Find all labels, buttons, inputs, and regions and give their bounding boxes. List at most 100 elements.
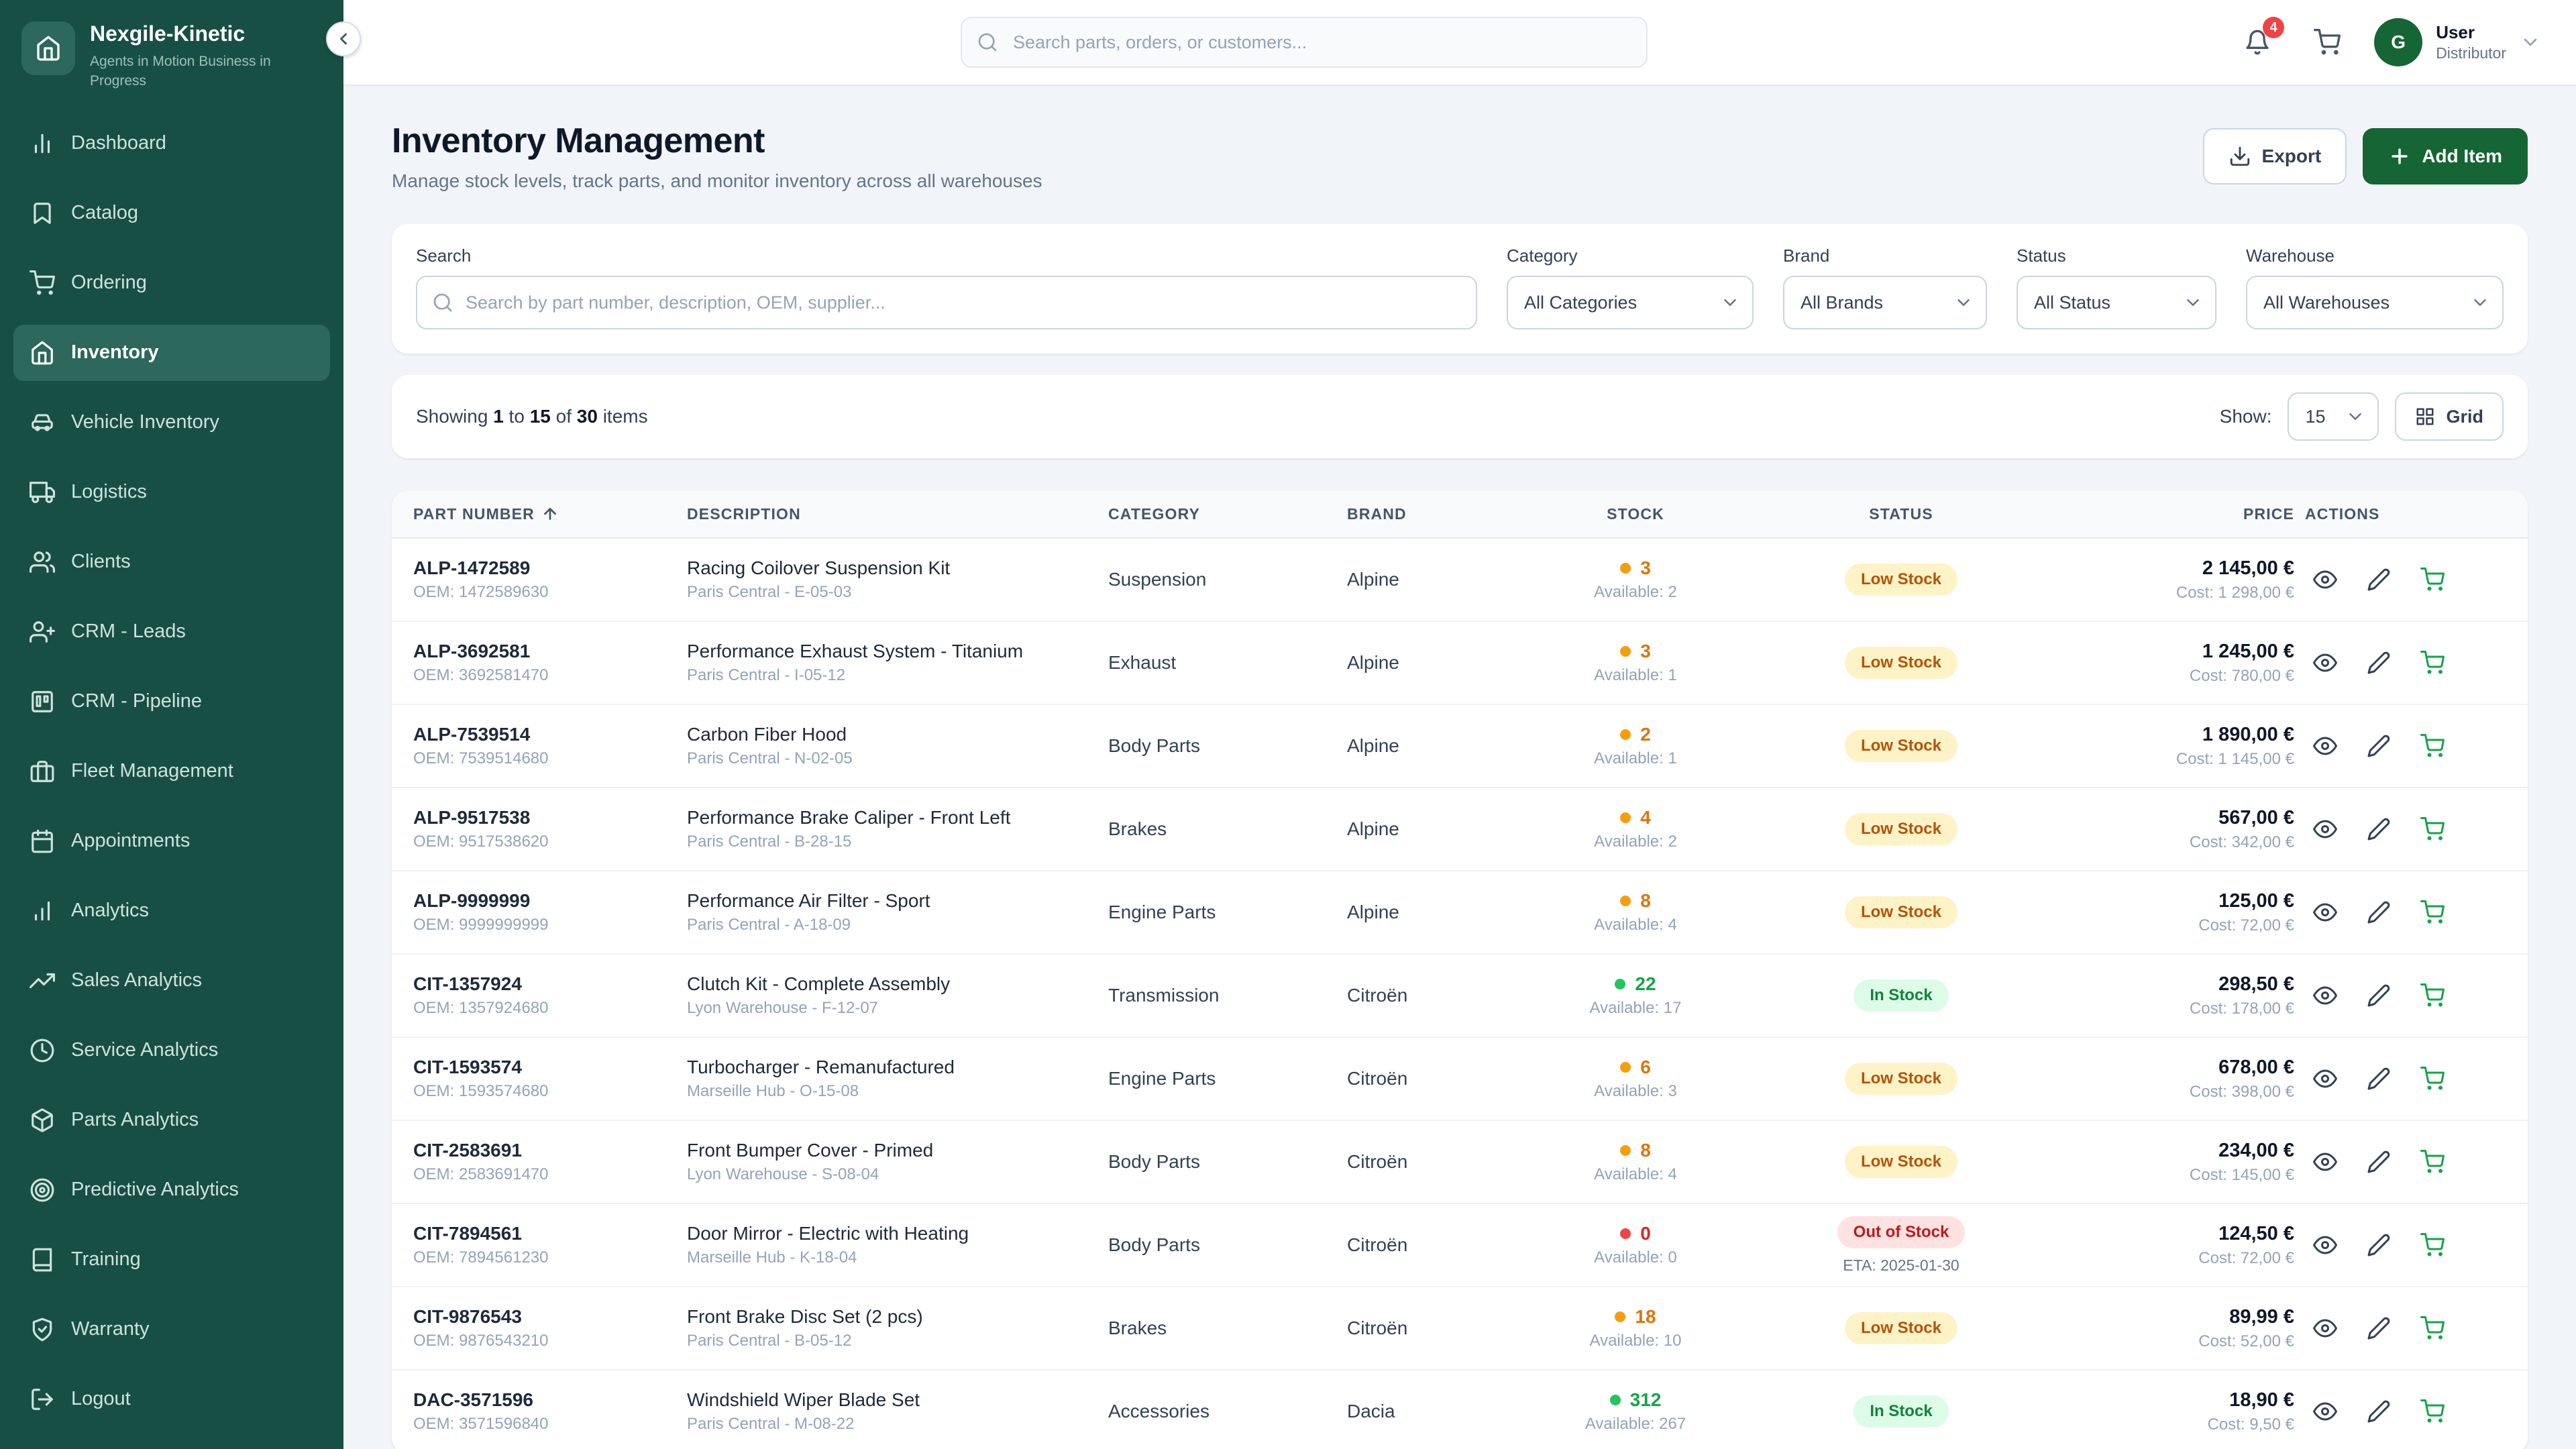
edit-button[interactable] [2367, 900, 2391, 924]
column-part-number[interactable]: PART NUMBER [413, 505, 676, 523]
plus-icon [2388, 145, 2411, 168]
edit-button[interactable] [2367, 568, 2391, 592]
edit-button[interactable] [2367, 1067, 2391, 1091]
part-oem: OEM: 3571596840 [413, 1415, 676, 1434]
add-to-cart-button[interactable] [2420, 1150, 2445, 1174]
view-button[interactable] [2313, 900, 2337, 924]
column-category[interactable]: CATEGORY [1108, 505, 1336, 523]
add-to-cart-button[interactable] [2420, 651, 2445, 675]
search-icon [432, 292, 453, 313]
sidebar-item-clients[interactable]: Clients [13, 534, 330, 590]
sidebar-item-sales-analytics[interactable]: Sales Analytics [13, 953, 330, 1009]
view-button[interactable] [2313, 1067, 2337, 1091]
sidebar-item-warranty[interactable]: Warranty [13, 1301, 330, 1358]
view-button[interactable] [2313, 568, 2337, 592]
price-cell: 89,99 € Cost: 52,00 € [2066, 1306, 2294, 1351]
add-to-cart-button[interactable] [2420, 1399, 2445, 1424]
notifications-button[interactable]: 4 [2235, 19, 2280, 65]
sidebar-item-label: CRM - Leads [71, 621, 186, 643]
sidebar-item-crm-leads[interactable]: CRM - Leads [13, 604, 330, 660]
sidebar-item-service-analytics[interactable]: Service Analytics [13, 1022, 330, 1079]
stock-count: 2 [1640, 724, 1651, 745]
edit-button[interactable] [2367, 1316, 2391, 1340]
sidebar-item-label: Predictive Analytics [71, 1179, 239, 1201]
add-to-cart-button[interactable] [2420, 983, 2445, 1008]
page-head: Inventory Management Manage stock levels… [392, 121, 2528, 192]
stock-available: Available: 4 [1535, 916, 1736, 934]
column-stock[interactable]: STOCK [1535, 505, 1736, 523]
add-to-cart-button[interactable] [2420, 1067, 2445, 1091]
sidebar-item-logout[interactable]: Logout [13, 1371, 330, 1428]
column-brand[interactable]: BRAND [1347, 505, 1524, 523]
page-size-select[interactable]: 15 [2288, 392, 2379, 441]
sidebar-item-fleet-management[interactable]: Fleet Management [13, 743, 330, 800]
edit-button[interactable] [2367, 1233, 2391, 1257]
edit-button[interactable] [2367, 734, 2391, 758]
sidebar-item-label: Logistics [71, 481, 147, 503]
sidebar-item-training[interactable]: Training [13, 1232, 330, 1288]
add-to-cart-button[interactable] [2420, 900, 2445, 924]
cart-icon [2420, 983, 2445, 1008]
part-oem: OEM: 7894561230 [413, 1248, 676, 1267]
stock-available: Available: 0 [1535, 1248, 1736, 1267]
cart-button[interactable] [2304, 19, 2350, 65]
sidebar-item-label: Dashboard [71, 132, 166, 154]
status-select[interactable]: All Status [2017, 276, 2216, 329]
sidebar-item-vehicle-inventory[interactable]: Vehicle Inventory [13, 394, 330, 451]
sidebar-item-predictive-analytics[interactable]: Predictive Analytics [13, 1162, 330, 1218]
grid-view-button[interactable]: Grid [2395, 392, 2504, 441]
sidebar-item-ordering[interactable]: Ordering [13, 255, 330, 311]
add-to-cart-button[interactable] [2420, 817, 2445, 841]
part-description: Turbocharger - Remanufactured [687, 1057, 1097, 1078]
add-to-cart-button[interactable] [2420, 1316, 2445, 1340]
edit-button[interactable] [2367, 651, 2391, 675]
global-search-input[interactable] [961, 17, 1648, 68]
view-button[interactable] [2313, 1150, 2337, 1174]
column-price[interactable]: PRICE [2066, 505, 2294, 523]
view-button[interactable] [2313, 817, 2337, 841]
view-button[interactable] [2313, 1316, 2337, 1340]
sidebar-item-crm-pipeline[interactable]: CRM - Pipeline [13, 674, 330, 730]
user-menu[interactable]: G User Distributor [2374, 18, 2541, 66]
column-status[interactable]: STATUS [1747, 505, 2055, 523]
sidebar-item-logistics[interactable]: Logistics [13, 464, 330, 521]
sidebar-item-analytics[interactable]: Analytics [13, 883, 330, 939]
edit-button[interactable] [2367, 983, 2391, 1008]
sidebar-item-appointments[interactable]: Appointments [13, 813, 330, 869]
stock-cell: 3 Available: 2 [1535, 557, 1736, 602]
view-button[interactable] [2313, 651, 2337, 675]
add-to-cart-button[interactable] [2420, 568, 2445, 592]
inventory-table: PART NUMBER DESCRIPTION CATEGORY BRAND S… [392, 490, 2528, 1449]
stock-count: 8 [1640, 890, 1651, 912]
table-row: ALP-9999999 OEM: 9999999999 Performance … [392, 871, 2528, 955]
brand-select[interactable]: All Brands [1783, 276, 1987, 329]
view-button[interactable] [2313, 734, 2337, 758]
sidebar-item-dashboard[interactable]: Dashboard [13, 115, 330, 172]
chevron-down-icon [2520, 32, 2541, 53]
part-cell: ALP-3692581 OEM: 3692581470 [413, 641, 676, 685]
add-item-button[interactable]: Add Item [2363, 128, 2528, 184]
view-button[interactable] [2313, 1399, 2337, 1424]
column-description[interactable]: DESCRIPTION [687, 505, 1097, 523]
sidebar-item-inventory[interactable]: Inventory [13, 325, 330, 381]
view-button[interactable] [2313, 983, 2337, 1008]
cost: Cost: 178,00 € [2066, 1000, 2294, 1018]
sidebar-collapse-button[interactable] [326, 21, 361, 56]
view-button[interactable] [2313, 1233, 2337, 1257]
add-to-cart-button[interactable] [2420, 1233, 2445, 1257]
warehouse-select[interactable]: All Warehouses [2246, 276, 2504, 329]
add-to-cart-button[interactable] [2420, 734, 2445, 758]
ordering-icon [30, 270, 55, 296]
edit-button[interactable] [2367, 1399, 2391, 1424]
sidebar-item-catalog[interactable]: Catalog [13, 185, 330, 241]
sidebar-item-parts-analytics[interactable]: Parts Analytics [13, 1092, 330, 1148]
table-row: ALP-9517538 OEM: 9517538620 Performance … [392, 788, 2528, 871]
export-button[interactable]: Export [2203, 128, 2347, 184]
appointments-icon [30, 828, 55, 854]
part-oem: OEM: 9876543210 [413, 1332, 676, 1350]
chevron-left-icon [334, 30, 353, 48]
edit-button[interactable] [2367, 1150, 2391, 1174]
category-select[interactable]: All Categories [1507, 276, 1754, 329]
inventory-search-input[interactable] [416, 276, 1477, 329]
edit-button[interactable] [2367, 817, 2391, 841]
